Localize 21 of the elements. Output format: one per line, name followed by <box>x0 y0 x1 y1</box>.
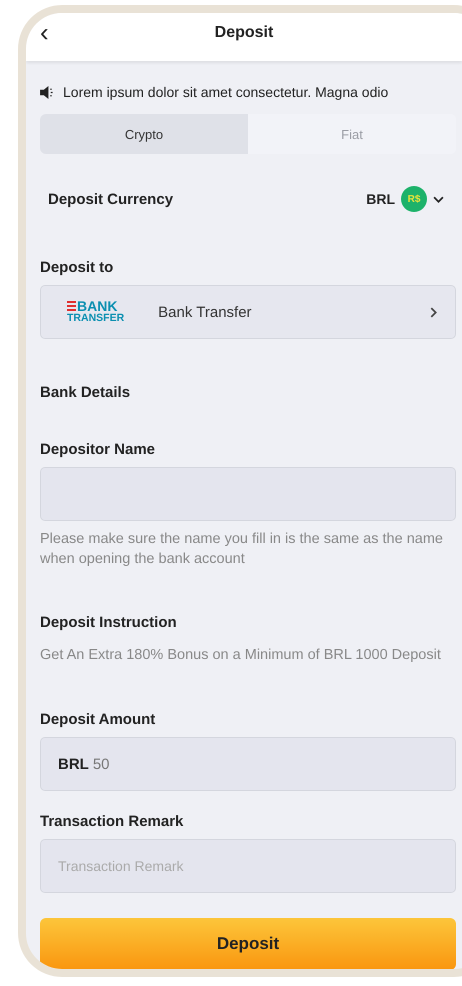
page-title: Deposit <box>214 24 274 42</box>
announcement-text: Lorem ipsum dolor sit amet consectetur. Magna odio <box>63 84 388 100</box>
depositor-name-field[interactable] <box>40 467 456 521</box>
remark-field[interactable]: Transaction Remark <box>40 839 456 893</box>
field-label: Deposit Amount <box>40 711 156 728</box>
amount-field[interactable]: BRL 50 <box>40 737 456 791</box>
speaker-icon <box>40 86 55 98</box>
currency-selector[interactable]: BRL R$ <box>366 186 456 212</box>
help-text: Please make sure the name you fill in is the same as the name when opening the bank account <box>40 530 444 569</box>
instruction-text: Get An Extra 180% Bonus on a Minimum of BRL 1000 Deposit <box>40 646 442 665</box>
back-button[interactable]: ‹ <box>40 21 49 43</box>
field-label: Depositor Name <box>40 441 156 458</box>
currency-label: Deposit Currency <box>48 190 174 208</box>
section-title: Bank Details <box>40 384 132 401</box>
deposit-button[interactable]: Deposit <box>40 918 456 969</box>
payment-method-selector[interactable]: BANK TRANSFER Bank Transfer <box>40 285 456 339</box>
section-title: Deposit Instruction <box>40 614 178 631</box>
tab[interactable]: Crypto <box>40 114 248 154</box>
chevron-right-icon <box>430 306 437 318</box>
section-label: Deposit to <box>40 259 114 276</box>
field-label: Transaction Remark <box>40 813 184 830</box>
